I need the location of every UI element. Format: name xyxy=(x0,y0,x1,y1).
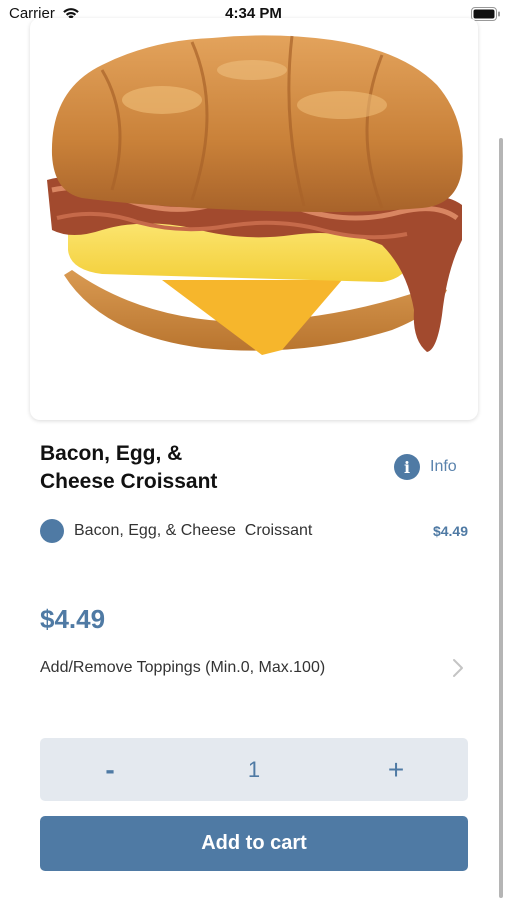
chevron-right-icon xyxy=(453,659,463,677)
option-radio-row[interactable]: Bacon, Egg, & Cheese Croissant $4.49 xyxy=(40,516,468,546)
info-button[interactable]: i Info xyxy=(394,453,457,481)
product-title: Bacon, Egg, & Cheese Croissant xyxy=(40,442,218,493)
toppings-row[interactable]: Add/Remove Toppings (Min.0, Max.100) xyxy=(40,654,468,682)
option-label: Bacon, Egg, & Cheese Croissant xyxy=(74,522,313,539)
total-price: $4.49 xyxy=(40,604,106,634)
scrollbar[interactable] xyxy=(499,138,503,898)
battery-icon xyxy=(471,7,500,21)
quantity-stepper: - 1 + xyxy=(40,738,468,801)
info-icon: i xyxy=(394,454,420,480)
radio-selected-icon xyxy=(40,519,64,543)
product-image-card xyxy=(30,18,478,420)
info-label: Info xyxy=(430,458,457,475)
croissant-sandwich-image xyxy=(47,35,463,355)
decrease-quantity-button[interactable]: - xyxy=(70,738,150,801)
quantity-value: 1 xyxy=(247,756,261,782)
add-to-cart-button[interactable]: Add to cart xyxy=(40,816,468,871)
option-price: $4.49 xyxy=(432,523,468,539)
toppings-label: Add/Remove Toppings (Min.0, Max.100) xyxy=(40,659,326,676)
increase-quantity-button[interactable]: + xyxy=(356,738,436,801)
